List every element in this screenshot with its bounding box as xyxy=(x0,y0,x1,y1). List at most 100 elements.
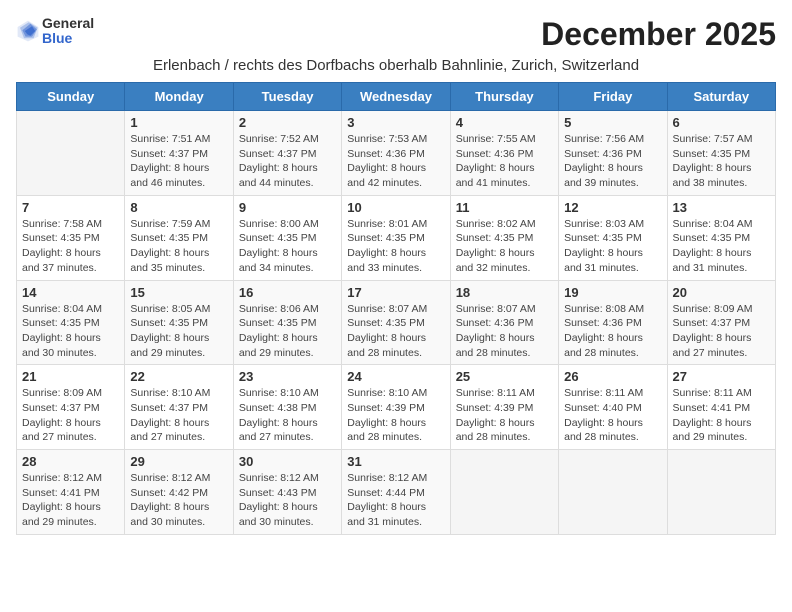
day-detail: Sunrise: 8:11 AM Sunset: 4:41 PM Dayligh… xyxy=(673,386,770,445)
day-number: 25 xyxy=(456,369,553,384)
day-detail: Sunrise: 8:00 AM Sunset: 4:35 PM Dayligh… xyxy=(239,217,336,276)
calendar-cell: 23 Sunrise: 8:10 AM Sunset: 4:38 PM Dayli… xyxy=(233,365,341,450)
calendar-cell: 30Sunrise: 8:12 AM Sunset: 4:43 PM Dayli… xyxy=(233,450,341,535)
day-number: 7 xyxy=(22,200,119,215)
day-detail: Sunrise: 8:12 AM Sunset: 4:42 PM Dayligh… xyxy=(130,471,227,530)
calendar-cell: 1Sunrise: 7:51 AM Sunset: 4:37 PM Daylig… xyxy=(125,111,233,196)
day-detail: Sunrise: 8:10 AM Sunset: 4:37 PM Dayligh… xyxy=(130,386,227,445)
day-number: 19 xyxy=(564,285,661,300)
day-detail: Sunrise: 7:56 AM Sunset: 4:36 PM Dayligh… xyxy=(564,132,661,191)
calendar-header-row: Sunday Monday Tuesday Wednesday Thursday… xyxy=(17,83,776,111)
day-detail: Sunrise: 8:11 AM Sunset: 4:40 PM Dayligh… xyxy=(564,386,661,445)
calendar-cell: 14 Sunrise: 8:04 AM Sunset: 4:35 PM Dayli… xyxy=(17,280,125,365)
day-detail: Sunrise: 8:12 AM Sunset: 4:44 PM Dayligh… xyxy=(347,471,444,530)
day-number: 3 xyxy=(347,115,444,130)
day-detail: Sunrise: 8:10 AM Sunset: 4:38 PM Dayligh… xyxy=(239,386,336,445)
day-detail: Sunrise: 7:51 AM Sunset: 4:37 PM Dayligh… xyxy=(130,132,227,191)
calendar-cell: 3 Sunrise: 7:53 AM Sunset: 4:36 PM Daylig… xyxy=(342,111,450,196)
calendar-cell: 8 Sunrise: 7:59 AM Sunset: 4:35 PM Daylig… xyxy=(125,195,233,280)
calendar-cell xyxy=(450,450,558,535)
day-number: 29 xyxy=(130,454,227,469)
day-detail: Sunrise: 8:04 AM Sunset: 4:35 PM Dayligh… xyxy=(22,302,119,361)
logo-icon xyxy=(16,19,40,43)
logo-container: General Blue xyxy=(16,16,94,47)
day-detail: Sunrise: 7:55 AM Sunset: 4:36 PM Dayligh… xyxy=(456,132,553,191)
day-detail: Sunrise: 8:01 AM Sunset: 4:35 PM Dayligh… xyxy=(347,217,444,276)
col-monday: Monday xyxy=(125,83,233,111)
calendar-cell: 15 Sunrise: 8:05 AM Sunset: 4:35 PM Dayli… xyxy=(125,280,233,365)
day-detail: Sunrise: 7:53 AM Sunset: 4:36 PM Dayligh… xyxy=(347,132,444,191)
day-number: 4 xyxy=(456,115,553,130)
calendar-cell: 10Sunrise: 8:01 AM Sunset: 4:35 PM Dayli… xyxy=(342,195,450,280)
day-detail: Sunrise: 7:52 AM Sunset: 4:37 PM Dayligh… xyxy=(239,132,336,191)
col-friday: Friday xyxy=(559,83,667,111)
calendar-cell: 13Sunrise: 8:04 AM Sunset: 4:35 PM Dayli… xyxy=(667,195,775,280)
calendar-cell: 22 Sunrise: 8:10 AM Sunset: 4:37 PM Dayli… xyxy=(125,365,233,450)
calendar-week-row: 1Sunrise: 7:51 AM Sunset: 4:37 PM Daylig… xyxy=(17,111,776,196)
day-number: 15 xyxy=(130,285,227,300)
day-number: 14 xyxy=(22,285,119,300)
calendar-table: Sunday Monday Tuesday Wednesday Thursday… xyxy=(16,82,776,535)
day-detail: Sunrise: 8:09 AM Sunset: 4:37 PM Dayligh… xyxy=(22,386,119,445)
calendar-cell: 29 Sunrise: 8:12 AM Sunset: 4:42 PM Dayli… xyxy=(125,450,233,535)
day-number: 22 xyxy=(130,369,227,384)
day-number: 6 xyxy=(673,115,770,130)
calendar-cell: 27Sunrise: 8:11 AM Sunset: 4:41 PM Dayli… xyxy=(667,365,775,450)
calendar-week-row: 7 Sunrise: 7:58 AM Sunset: 4:35 PM Daylig… xyxy=(17,195,776,280)
day-detail: Sunrise: 8:07 AM Sunset: 4:35 PM Dayligh… xyxy=(347,302,444,361)
calendar-cell xyxy=(559,450,667,535)
day-number: 11 xyxy=(456,200,553,215)
day-detail: Sunrise: 8:08 AM Sunset: 4:36 PM Dayligh… xyxy=(564,302,661,361)
col-thursday: Thursday xyxy=(450,83,558,111)
page-header: General Blue December 2025 xyxy=(16,16,776,53)
day-number: 23 xyxy=(239,369,336,384)
month-title: December 2025 xyxy=(541,16,776,53)
day-number: 16 xyxy=(239,285,336,300)
calendar-cell: 18Sunrise: 8:07 AM Sunset: 4:36 PM Dayli… xyxy=(450,280,558,365)
day-detail: Sunrise: 8:06 AM Sunset: 4:35 PM Dayligh… xyxy=(239,302,336,361)
calendar-cell: 9 Sunrise: 8:00 AM Sunset: 4:35 PM Daylig… xyxy=(233,195,341,280)
page-wrapper: General Blue December 2025 Erlenbach / r… xyxy=(16,16,776,535)
calendar-cell: 11 Sunrise: 8:02 AM Sunset: 4:35 PM Dayli… xyxy=(450,195,558,280)
day-detail: Sunrise: 8:12 AM Sunset: 4:43 PM Dayligh… xyxy=(239,471,336,530)
calendar-cell: 25Sunrise: 8:11 AM Sunset: 4:39 PM Dayli… xyxy=(450,365,558,450)
day-number: 21 xyxy=(22,369,119,384)
day-detail: Sunrise: 8:05 AM Sunset: 4:35 PM Dayligh… xyxy=(130,302,227,361)
day-detail: Sunrise: 8:02 AM Sunset: 4:35 PM Dayligh… xyxy=(456,217,553,276)
calendar-cell: 16 Sunrise: 8:06 AM Sunset: 4:35 PM Dayli… xyxy=(233,280,341,365)
calendar-cell: 12Sunrise: 8:03 AM Sunset: 4:35 PM Dayli… xyxy=(559,195,667,280)
calendar-cell xyxy=(667,450,775,535)
day-number: 31 xyxy=(347,454,444,469)
calendar-cell: 31 Sunrise: 8:12 AM Sunset: 4:44 PM Dayli… xyxy=(342,450,450,535)
day-number: 9 xyxy=(239,200,336,215)
calendar-cell: 17 Sunrise: 8:07 AM Sunset: 4:35 PM Dayli… xyxy=(342,280,450,365)
day-number: 5 xyxy=(564,115,661,130)
calendar-cell: 28 Sunrise: 8:12 AM Sunset: 4:41 PM Dayli… xyxy=(17,450,125,535)
logo-text: General Blue xyxy=(42,16,94,47)
calendar-week-row: 21 Sunrise: 8:09 AM Sunset: 4:37 PM Dayli… xyxy=(17,365,776,450)
day-detail: Sunrise: 8:10 AM Sunset: 4:39 PM Dayligh… xyxy=(347,386,444,445)
calendar-cell: 4 Sunrise: 7:55 AM Sunset: 4:36 PM Daylig… xyxy=(450,111,558,196)
col-wednesday: Wednesday xyxy=(342,83,450,111)
calendar-week-row: 28 Sunrise: 8:12 AM Sunset: 4:41 PM Dayli… xyxy=(17,450,776,535)
calendar-cell: 20 Sunrise: 8:09 AM Sunset: 4:37 PM Dayli… xyxy=(667,280,775,365)
location-title: Erlenbach / rechts des Dorfbachs oberhal… xyxy=(16,57,776,74)
day-detail: Sunrise: 8:12 AM Sunset: 4:41 PM Dayligh… xyxy=(22,471,119,530)
calendar-cell: 19 Sunrise: 8:08 AM Sunset: 4:36 PM Dayli… xyxy=(559,280,667,365)
day-number: 17 xyxy=(347,285,444,300)
day-number: 13 xyxy=(673,200,770,215)
calendar-cell: 21 Sunrise: 8:09 AM Sunset: 4:37 PM Dayli… xyxy=(17,365,125,450)
day-detail: Sunrise: 7:59 AM Sunset: 4:35 PM Dayligh… xyxy=(130,217,227,276)
day-detail: Sunrise: 7:58 AM Sunset: 4:35 PM Dayligh… xyxy=(22,217,119,276)
calendar-cell: 24 Sunrise: 8:10 AM Sunset: 4:39 PM Dayli… xyxy=(342,365,450,450)
calendar-cell: 2Sunrise: 7:52 AM Sunset: 4:37 PM Daylig… xyxy=(233,111,341,196)
day-number: 28 xyxy=(22,454,119,469)
day-number: 20 xyxy=(673,285,770,300)
day-detail: Sunrise: 8:09 AM Sunset: 4:37 PM Dayligh… xyxy=(673,302,770,361)
day-number: 24 xyxy=(347,369,444,384)
calendar-cell: 5 Sunrise: 7:56 AM Sunset: 4:36 PM Daylig… xyxy=(559,111,667,196)
day-number: 8 xyxy=(130,200,227,215)
day-number: 26 xyxy=(564,369,661,384)
calendar-cell: 6Sunrise: 7:57 AM Sunset: 4:35 PM Daylig… xyxy=(667,111,775,196)
day-number: 18 xyxy=(456,285,553,300)
